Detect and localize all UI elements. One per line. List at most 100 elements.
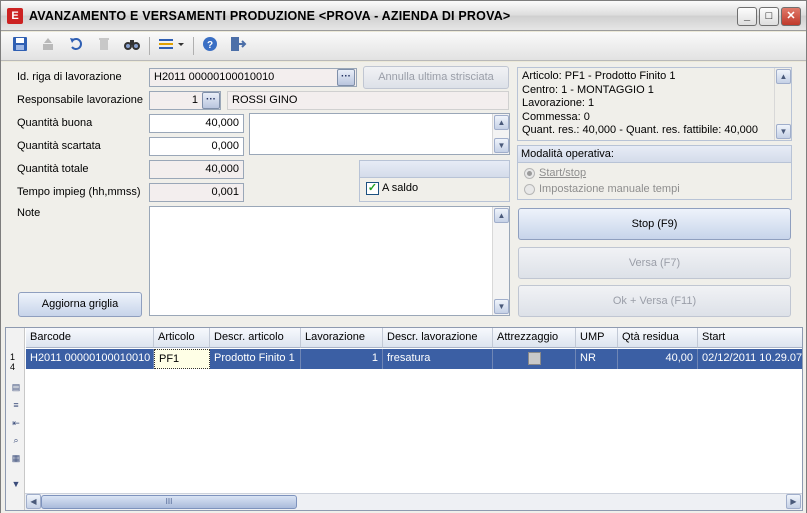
list-icon[interactable]: ≡ [10, 400, 22, 411]
radio-start-stop-label[interactable]: Start/stop [539, 167, 586, 179]
column-header-qta-residua[interactable]: Qtà residua [618, 328, 698, 348]
info-panel-scrollbar[interactable]: ▲ ▼ [774, 68, 791, 140]
cell-lavorazione[interactable]: 1 [301, 349, 383, 369]
save-icon[interactable] [9, 36, 31, 56]
cell-attrezzaggio[interactable] [493, 349, 576, 369]
scroll-down-icon[interactable]: ▼ [494, 138, 509, 153]
cell-qta-residua[interactable]: 40,00 [618, 349, 698, 369]
ok-versa-button[interactable]: Ok + Versa (F11) [518, 285, 791, 317]
a-saldo-panel: ✓ A saldo [359, 160, 510, 202]
id-riga-field[interactable]: H2011 00000100010010 [149, 68, 357, 87]
radio-start-stop[interactable] [524, 168, 535, 179]
info-line-lavorazione: Lavorazione: 1 [522, 97, 595, 109]
scroll-up-icon[interactable]: ▲ [494, 208, 509, 223]
row-indicator-text: 1 4 [10, 352, 15, 372]
toolbar: ? [1, 32, 806, 61]
a-saldo-label: A saldo [382, 182, 419, 194]
info-line-commessa: Commessa: 0 [522, 110, 590, 123]
column-header-start[interactable]: Start [698, 328, 802, 348]
qta-buona-field[interactable]: 40,000 [149, 114, 244, 133]
help-icon[interactable]: ? [199, 36, 221, 56]
zoom-icon[interactable]: ⌕ [10, 435, 22, 446]
radio-impostazione-manuale[interactable] [524, 184, 535, 195]
tempo-field[interactable]: 0,001 [149, 183, 244, 202]
cell-ump[interactable]: NR [576, 349, 618, 369]
cell-descr-articolo[interactable]: Prodotto Finito 1 [210, 349, 301, 369]
a-saldo-checkbox[interactable]: ✓ [366, 182, 379, 195]
column-header-ump[interactable]: UMP [576, 328, 618, 348]
cell-descr-lavorazione[interactable]: fresatura [383, 349, 493, 369]
aggiorna-griglia-button[interactable]: Aggiorna griglia [18, 292, 142, 317]
exit-icon[interactable] [227, 36, 249, 56]
qta-buona-label: Quantità buona [17, 117, 93, 129]
annulla-ultima-strisciata-button[interactable]: Annulla ultima strisciata [363, 66, 509, 89]
columns-icon[interactable] [155, 36, 187, 56]
cell-articolo[interactable]: PF1 [154, 349, 210, 369]
column-header-lavorazione[interactable]: Lavorazione [301, 328, 383, 348]
content-area: Id. riga di lavorazione Responsabile lav… [1, 62, 806, 513]
window-title: AVANZAMENTO E VERSAMENTI PRODUZIONE <PRO… [29, 9, 511, 23]
column-header-barcode[interactable]: Barcode [26, 328, 154, 348]
scroll-down-icon[interactable]: ▼ [776, 124, 791, 139]
modalita-operativa-title: Modalità operativa: [518, 146, 791, 163]
minimize-button[interactable]: _ [737, 7, 757, 26]
svg-text:?: ? [207, 40, 213, 51]
cell-barcode[interactable]: H2011 00000100010010 [26, 349, 154, 369]
versa-button[interactable]: Versa (F7) [518, 247, 791, 279]
column-header-attrezzaggio[interactable]: Attrezzaggio [493, 328, 576, 348]
scroll-down-icon[interactable]: ▼ [494, 299, 509, 314]
column-header-articolo[interactable]: Articolo [154, 328, 210, 348]
attrezzaggio-checkbox[interactable] [528, 352, 541, 365]
row-indicator-line-1: 1 [10, 352, 16, 362]
grid-horizontal-scrollbar[interactable]: ◀ III ▶ [25, 493, 802, 510]
main-window: E AVANZAMENTO E VERSAMENTI PRODUZIONE <P… [0, 0, 807, 513]
upload-icon[interactable] [37, 36, 59, 56]
note-memo-scrollbar[interactable]: ▲ ▼ [492, 207, 509, 315]
grid-settings-icon[interactable]: ▦ [10, 453, 22, 464]
qta-scartata-field[interactable]: 0,000 [149, 137, 244, 156]
cell-start[interactable]: 02/12/2011 10.29.07 [698, 349, 802, 369]
scroll-right-icon[interactable]: ▶ [786, 494, 801, 509]
responsabile-lookup-button[interactable]: ··· [202, 92, 220, 109]
qta-scartata-label: Quantità scartata [17, 140, 101, 152]
info-line-centro: Centro: 1 - MONTAGGIO 1 [522, 83, 654, 96]
undo-icon[interactable] [65, 36, 87, 56]
group-rows-icon[interactable]: ▤ [10, 382, 22, 393]
scrollbar-thumb[interactable]: III [41, 495, 297, 509]
lavorazioni-grid[interactable]: 1 4 ▤ ≡ ⇤ ⌕ ▦ ▼ Barcode Articolo Descr. … [5, 327, 803, 511]
articolo-info-panel: Articolo: PF1 - Prodotto Finito 1 Centro… [517, 67, 792, 141]
title-bar[interactable]: E AVANZAMENTO E VERSAMENTI PRODUZIONE <P… [1, 1, 806, 31]
scarto-memo[interactable]: ▲ ▼ [249, 113, 510, 155]
qta-totale-label: Quantità totale [17, 163, 89, 175]
column-header-descr-articolo[interactable]: Descr. articolo [210, 328, 301, 348]
radio-impostazione-manuale-label[interactable]: Impostazione manuale tempi [539, 183, 680, 195]
responsabile-name-field: ROSSI GINO [227, 91, 509, 110]
note-label: Note [17, 207, 41, 219]
delete-icon[interactable] [93, 36, 115, 56]
id-riga-label: Id. riga di lavorazione [17, 71, 122, 83]
modalita-operativa-group: Modalità operativa: Start/stop Impostazi… [517, 145, 792, 200]
scroll-up-icon[interactable]: ▲ [494, 115, 509, 130]
binoculars-icon[interactable] [121, 36, 143, 56]
id-riga-lookup-button[interactable]: ··· [337, 69, 355, 86]
scarto-memo-scrollbar[interactable]: ▲ ▼ [492, 114, 509, 154]
close-button[interactable]: ✕ [781, 7, 801, 26]
qta-totale-field: 40,000 [149, 160, 244, 179]
grid-row-indicator-column: 1 4 ▤ ≡ ⇤ ⌕ ▦ ▼ [6, 328, 25, 510]
stop-button[interactable]: Stop (F9) [518, 208, 791, 240]
app-icon: E [7, 8, 23, 24]
info-line-quantita: Quant. res.: 40,000 - Quant. res. fattib… [522, 124, 759, 136]
note-memo[interactable]: ▲ ▼ [149, 206, 510, 316]
row-indicator-line-2: 4 [10, 362, 16, 372]
info-line-articolo: Articolo: PF1 - Prodotto Finito 1 [522, 70, 676, 82]
scroll-left-icon[interactable]: ◀ [26, 494, 41, 509]
export-icon[interactable]: ⇤ [10, 418, 22, 429]
toolbar-separator [149, 37, 150, 55]
responsabile-label: Responsabile lavorazione [17, 94, 143, 106]
column-header-descr-lavorazione[interactable]: Descr. lavorazione [383, 328, 493, 348]
articolo-info-text: Articolo: PF1 - Prodotto Finito 1 Centro… [522, 70, 758, 138]
maximize-button[interactable]: □ [759, 7, 779, 26]
filter-icon[interactable]: ▼ [10, 479, 22, 490]
scroll-up-icon[interactable]: ▲ [776, 69, 791, 84]
tempo-label: Tempo impieg (hh,mmss) [17, 186, 141, 198]
